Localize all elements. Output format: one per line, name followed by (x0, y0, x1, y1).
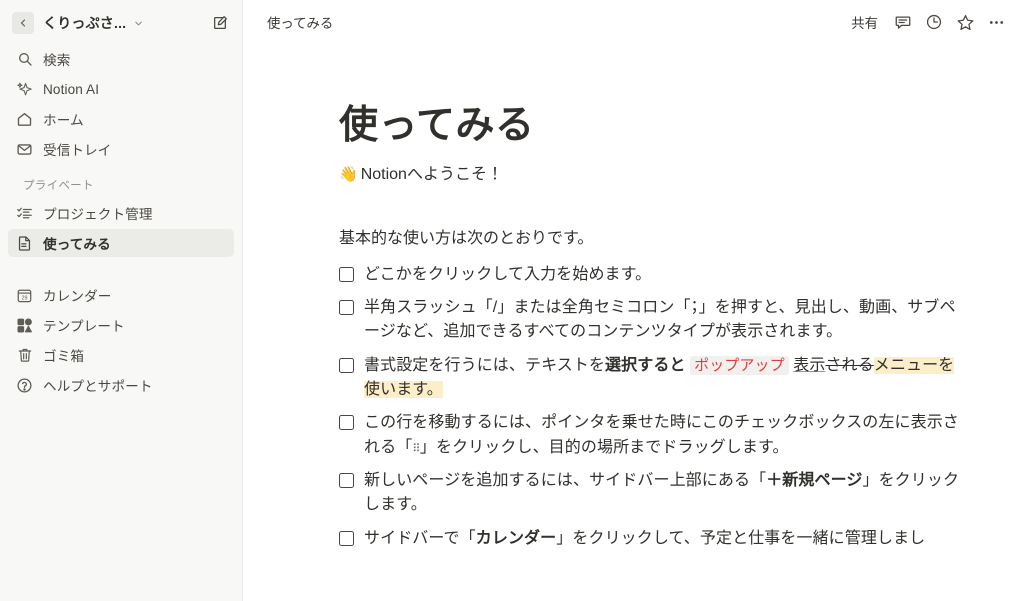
todo-text-segment: どこかをクリックして入力を始めます。 (364, 265, 652, 283)
todo-text-segment: ⠿ (412, 442, 420, 455)
sidebar-section-private: プライベート (23, 179, 94, 192)
home-icon (15, 110, 34, 129)
chevron-down-icon[interactable] (133, 18, 144, 29)
wave-emoji: 👋 (339, 166, 358, 184)
todo-list: どこかをクリックして入力を始めます。半角スラッシュ「/」または全角セミコロン「；… (339, 263, 964, 551)
star-icon[interactable] (951, 8, 979, 36)
sidebar-item-label: カレンダー (43, 289, 112, 304)
todo-text[interactable]: 新しいページを追加するには、サイドバー上部にある「＋新規ページ」をクリックします… (364, 469, 964, 518)
todo-text[interactable]: 書式設定を行うには、テキストを選択すると ポップアップ 表示されるメニューを使い… (364, 354, 964, 403)
welcome-text: Notionへようこそ！ (360, 165, 503, 183)
sidebar-item-getting-started[interactable]: 使ってみる (8, 229, 234, 257)
todo-text-segment: 」をクリックして、予定と仕事を一緒に管理しまし (556, 529, 926, 547)
todo-text-segment: 書式設定を行うには、テキストを (364, 356, 606, 374)
todo-item[interactable]: 書式設定を行うには、テキストを選択すると ポップアップ 表示されるメニューを使い… (339, 354, 964, 403)
search-icon (15, 50, 34, 69)
calendar-icon: 29 (15, 286, 34, 305)
app-root: くりっぷさ... 検索 Notion AI ホーム 受信トレイ プライベート プ… (0, 0, 1024, 601)
todo-checkbox[interactable] (339, 266, 354, 282)
todo-checkbox[interactable] (339, 415, 354, 431)
todo-text[interactable]: 半角スラッシュ「/」または全角セミコロン「；」を押すと、見出し、動画、サブページ… (364, 296, 964, 345)
sidebar-item-label: ゴミ箱 (43, 349, 85, 364)
more-horizontal-icon[interactable] (982, 8, 1010, 36)
sidebar-item-calendar[interactable]: 29 カレンダー (8, 281, 234, 309)
sidebar-item-help-support[interactable]: ヘルプとサポート (8, 371, 234, 399)
todo-text-segment: カレンダー (475, 529, 557, 547)
comment-icon[interactable] (889, 8, 917, 36)
todo-checkbox[interactable] (339, 530, 354, 546)
todo-text-segment: ＋新規ページ (766, 472, 863, 490)
sidebar-item-notion-ai[interactable]: Notion AI (8, 75, 234, 103)
sidebar-item-search[interactable]: 検索 (8, 45, 234, 73)
templates-icon (15, 316, 34, 335)
topbar: 使ってみる 共有 (243, 0, 1024, 44)
todo-checkbox[interactable] (339, 300, 354, 316)
sidebar: くりっぷさ... 検索 Notion AI ホーム 受信トレイ プライベート プ… (0, 0, 243, 601)
sidebar-item-project-management[interactable]: プロジェクト管理 (8, 199, 234, 227)
todo-text-segment: 半角スラッシュ「/」または全角セミコロン「；」を押すと、見出し、動画、サブページ… (364, 299, 956, 341)
sidebar-item-label: プロジェクト管理 (43, 207, 153, 222)
todo-text-segment: 」をクリックし、目的の場所までドラッグします。 (419, 438, 789, 456)
sidebar-top-nav: 検索 Notion AI ホーム 受信トレイ プライベート プロジェクト管理 使… (0, 42, 242, 399)
sidebar-item-trash[interactable]: ゴミ箱 (8, 341, 234, 369)
sidebar-collapse-button[interactable] (12, 12, 34, 34)
trash-icon (15, 346, 34, 365)
sidebar-item-label: Notion AI (43, 81, 100, 97)
main-content: 使ってみる 共有 使ってみる 👋 Notionへようこそ！ 基本的な使い方は次のと… (243, 0, 1024, 601)
page-body: 使ってみる 👋 Notionへようこそ！ 基本的な使い方は次のとおりです。 どこか… (243, 44, 1024, 551)
page-title[interactable]: 使ってみる (339, 104, 964, 149)
sidebar-item-label: ホーム (43, 113, 84, 128)
todo-checkbox[interactable] (339, 473, 354, 489)
todo-text-segment: 新しいページを追加するには、サイドバー上部にある「 (364, 472, 767, 490)
todo-text[interactable]: どこかをクリックして入力を始めます。 (364, 263, 651, 287)
sparkle-ai-icon (15, 80, 34, 99)
breadcrumb[interactable]: 使ってみる (261, 9, 339, 35)
sidebar-item-inbox[interactable]: 受信トレイ (8, 135, 234, 163)
sidebar-item-label: ヘルプとサポート (43, 379, 153, 394)
todo-text-segment: される (825, 356, 874, 374)
help-circle-icon (15, 376, 34, 395)
todo-item[interactable]: 新しいページを追加するには、サイドバー上部にある「＋新規ページ」をクリックします… (339, 469, 964, 518)
compose-icon[interactable] (208, 11, 232, 35)
todo-item[interactable]: サイドバーで「カレンダー」をクリックして、予定と仕事を一緒に管理しまし (339, 527, 964, 551)
checklist-icon (15, 204, 34, 223)
todo-text[interactable]: この行を移動するには、ポインタを乗せた時にこのチェックボックスの左に表示される「… (364, 411, 964, 460)
clock-history-icon[interactable] (920, 8, 948, 36)
todo-text-segment: 表示 (793, 356, 826, 374)
intro-paragraph[interactable]: 基本的な使い方は次のとおりです。 (339, 227, 964, 251)
sidebar-item-home[interactable]: ホーム (8, 105, 234, 133)
sidebar-item-label: 使ってみる (43, 237, 111, 252)
sidebar-item-templates[interactable]: テンプレート (8, 311, 234, 339)
inbox-icon (15, 140, 34, 159)
document-icon (15, 234, 34, 253)
sidebar-item-label: 受信トレイ (43, 143, 112, 158)
todo-item[interactable]: 半角スラッシュ「/」または全角セミコロン「；」を押すと、見出し、動画、サブページ… (339, 296, 964, 345)
welcome-line[interactable]: 👋 Notionへようこそ！ (339, 163, 964, 187)
workspace-name[interactable]: くりっぷさ... (43, 13, 126, 33)
share-button[interactable]: 共有 (843, 8, 886, 36)
sidebar-item-label: 検索 (43, 53, 71, 68)
todo-item[interactable]: どこかをクリックして入力を始めます。 (339, 263, 964, 287)
todo-item[interactable]: この行を移動するには、ポインタを乗せた時にこのチェックボックスの左に表示される「… (339, 411, 964, 460)
todo-text[interactable]: サイドバーで「カレンダー」をクリックして、予定と仕事を一緒に管理しまし (364, 527, 925, 551)
svg-text:29: 29 (22, 295, 28, 301)
todo-text-segment: ポップアップ (690, 355, 789, 375)
todo-text-segment: サイドバーで「 (364, 529, 476, 547)
sidebar-item-label: テンプレート (43, 319, 125, 334)
todo-checkbox[interactable] (339, 357, 354, 373)
todo-text-segment: 選択すると (605, 356, 686, 374)
sidebar-header: くりっぷさ... (0, 4, 242, 42)
